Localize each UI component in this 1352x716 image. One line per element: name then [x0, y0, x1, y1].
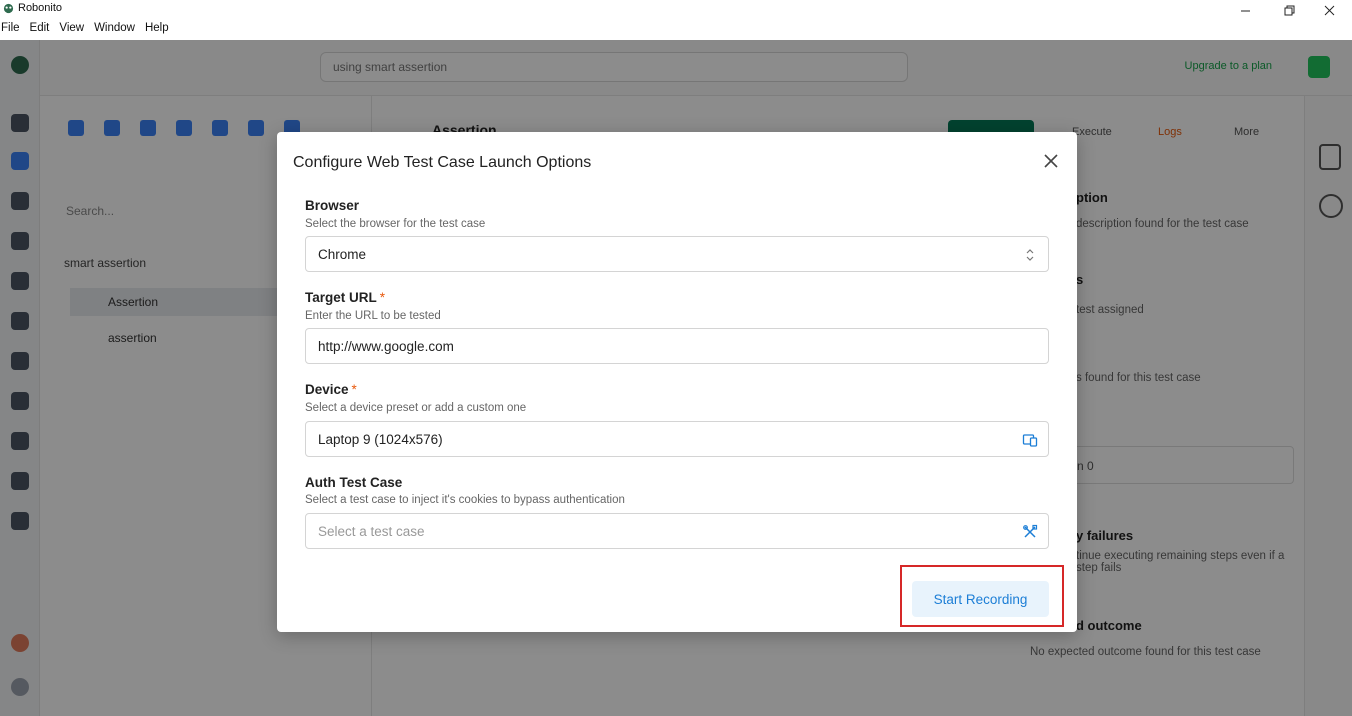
menu-window[interactable]: Window	[94, 20, 140, 40]
target-url-input[interactable]: http://www.google.com	[305, 328, 1049, 364]
app-logo-icon	[3, 3, 14, 14]
device-label: Device *	[305, 382, 357, 397]
title-bar: Robonito	[0, 0, 1352, 20]
close-dialog-button[interactable]	[1039, 149, 1063, 173]
target-url-value: http://www.google.com	[318, 339, 454, 354]
menu-view[interactable]: View	[59, 20, 89, 40]
restore-icon	[1284, 5, 1294, 15]
menu-bar: File Edit View Window Help	[0, 20, 1352, 40]
tools-icon[interactable]	[1022, 524, 1038, 540]
launch-options-dialog: Configure Web Test Case Launch Options B…	[277, 132, 1077, 632]
devices-icon[interactable]	[1022, 432, 1038, 448]
auth-test-case-placeholder: Select a test case	[318, 524, 425, 539]
browser-help: Select the browser for the test case	[305, 218, 486, 230]
highlight-annotation	[900, 565, 1064, 627]
device-select[interactable]: Laptop 9 (1024x576)	[305, 421, 1049, 457]
menu-help[interactable]: Help	[145, 20, 174, 40]
browser-select[interactable]: Chrome	[305, 236, 1049, 272]
target-url-label: Target URL *	[305, 290, 386, 305]
device-value: Laptop 9 (1024x576)	[318, 432, 443, 447]
auth-test-case-select[interactable]: Select a test case	[305, 513, 1049, 549]
target-url-help: Enter the URL to be tested	[305, 310, 441, 322]
close-window-button[interactable]	[1306, 0, 1352, 20]
window-title: Robonito	[18, 2, 63, 14]
auth-test-case-label: Auth Test Case	[305, 475, 403, 490]
required-mark: *	[351, 382, 357, 397]
menu-file[interactable]: File	[1, 20, 25, 40]
browser-value: Chrome	[318, 247, 367, 262]
required-mark: *	[379, 290, 386, 305]
browser-label: Browser	[305, 198, 360, 213]
close-icon	[1044, 154, 1058, 168]
menu-edit[interactable]: Edit	[30, 20, 55, 40]
chevron-up-down-icon	[1026, 249, 1034, 261]
dialog-title: Configure Web Test Case Launch Options	[293, 154, 592, 171]
minimize-button[interactable]	[1222, 0, 1268, 20]
device-help: Select a device preset or add a custom o…	[305, 402, 527, 414]
minimize-icon	[1240, 10, 1250, 11]
auth-test-case-help: Select a test case to inject it's cookie…	[305, 494, 625, 506]
close-icon	[1324, 5, 1334, 15]
